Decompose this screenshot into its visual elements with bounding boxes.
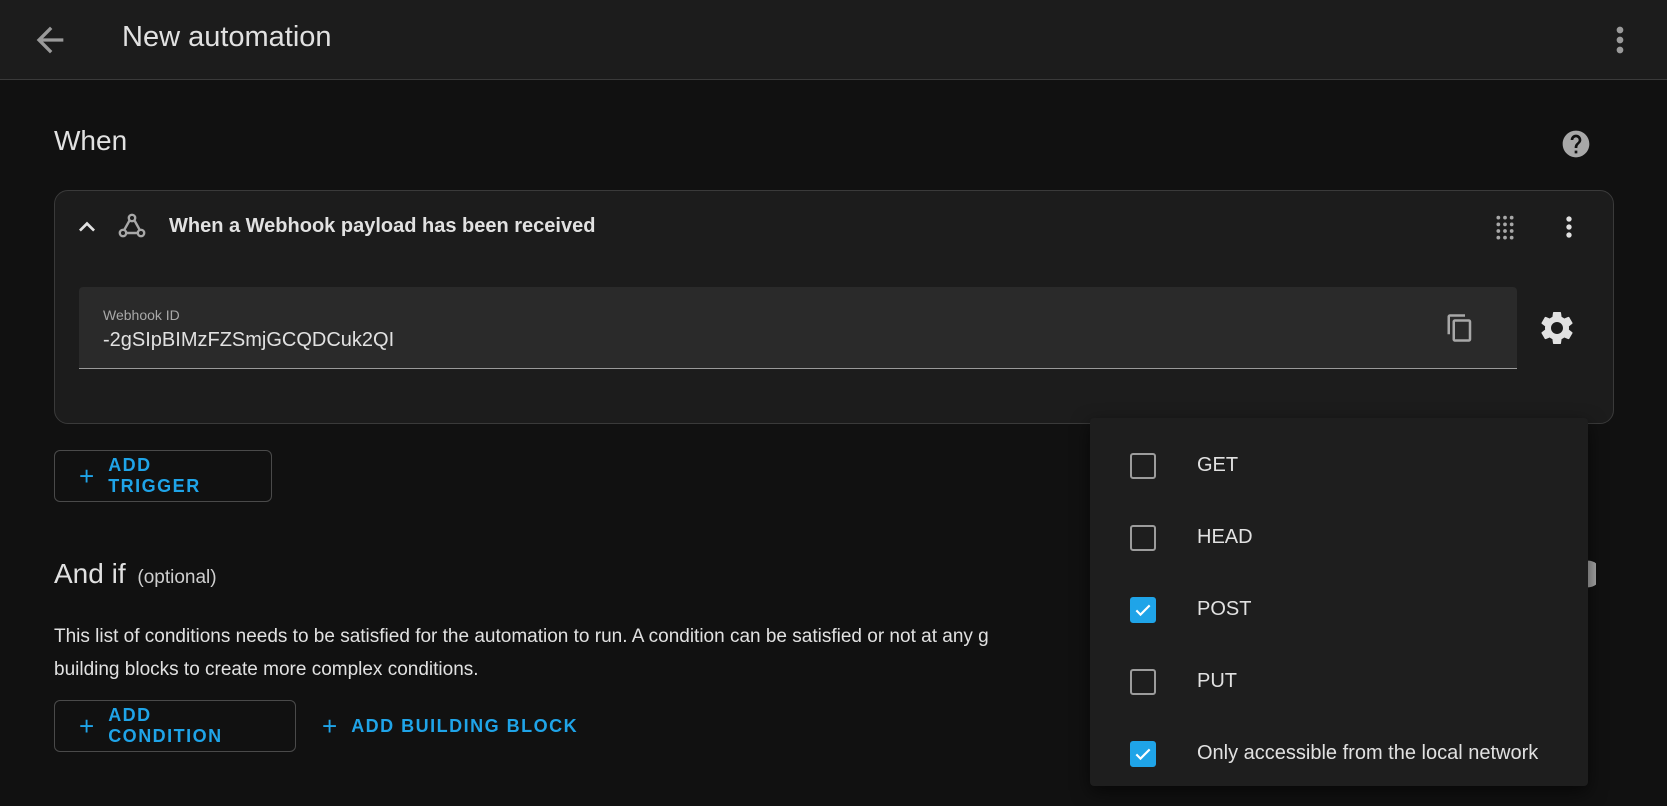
add-trigger-label: ADD TRIGGER: [108, 455, 201, 496]
menu-item-put[interactable]: PUT: [1090, 646, 1588, 718]
dots-vertical-icon[interactable]: [1600, 20, 1640, 60]
check-icon: [1135, 748, 1151, 761]
webhook-options-menu: GET HEAD POST PUT Only accessible from t…: [1090, 418, 1588, 786]
help-circle-icon[interactable]: [1560, 128, 1592, 160]
menu-item-label: POST: [1197, 598, 1252, 620]
arrow-left-icon[interactable]: [30, 20, 70, 60]
menu-item-label: GET: [1197, 454, 1239, 476]
add-condition-label: ADD CONDITION: [108, 705, 223, 746]
menu-item-get[interactable]: GET: [1090, 430, 1588, 502]
add-building-block-label: ADD BUILDING BLOCK: [351, 715, 579, 736]
checkbox-local-only[interactable]: [1130, 741, 1156, 767]
webhook-id-value[interactable]: -2gSIpBIMzFZSmjGCQDCuk2QI: [103, 329, 394, 352]
menu-item-head[interactable]: HEAD: [1090, 502, 1588, 574]
plus-icon: +: [79, 461, 95, 491]
webhook-id-label: Webhook ID: [103, 307, 180, 323]
conditions-description: This list of conditions needs to be sati…: [54, 620, 1084, 686]
plus-icon: +: [79, 711, 95, 741]
page-title: New automation: [122, 21, 332, 53]
checkbox-post[interactable]: [1130, 597, 1156, 623]
gear-icon[interactable]: [1537, 308, 1577, 348]
and-if-section-title: And if (optional): [54, 558, 217, 590]
plus-icon: +: [322, 711, 338, 741]
checkbox-get[interactable]: [1130, 453, 1156, 479]
trigger-title: When a Webhook payload has been received: [169, 215, 596, 237]
menu-item-label: PUT: [1197, 670, 1237, 692]
menu-item-label: HEAD: [1197, 526, 1253, 548]
optional-label: (optional): [137, 567, 217, 588]
conditions-description-line-2: building blocks to create more complex c…: [54, 659, 479, 680]
top-app-bar: New automation: [0, 0, 1667, 80]
add-condition-button[interactable]: + ADD CONDITION: [54, 700, 296, 752]
conditions-description-line-1: This list of conditions needs to be sati…: [54, 626, 989, 647]
copy-icon[interactable]: [1445, 313, 1475, 343]
checkbox-put[interactable]: [1130, 669, 1156, 695]
add-trigger-button[interactable]: + ADD TRIGGER: [54, 450, 272, 502]
menu-item-local-only[interactable]: Only accessible from the local network: [1090, 718, 1588, 790]
chevron-up-icon[interactable]: [71, 211, 103, 243]
check-icon: [1135, 604, 1151, 617]
add-building-block-button[interactable]: + ADD BUILDING BLOCK: [298, 700, 602, 752]
trigger-card: When a Webhook payload has been received…: [54, 190, 1614, 424]
drag-handle-icon[interactable]: [1489, 211, 1521, 243]
dots-vertical-icon[interactable]: [1553, 211, 1585, 243]
webhook-id-field[interactable]: Webhook ID -2gSIpBIMzFZSmjGCQDCuk2QI: [79, 287, 1517, 369]
webhook-icon: [115, 209, 149, 243]
menu-item-post[interactable]: POST: [1090, 574, 1588, 646]
checkbox-head[interactable]: [1130, 525, 1156, 551]
when-section-title: When: [54, 125, 128, 156]
menu-item-label: Only accessible from the local network: [1197, 742, 1539, 764]
and-if-title: And if: [54, 558, 126, 589]
